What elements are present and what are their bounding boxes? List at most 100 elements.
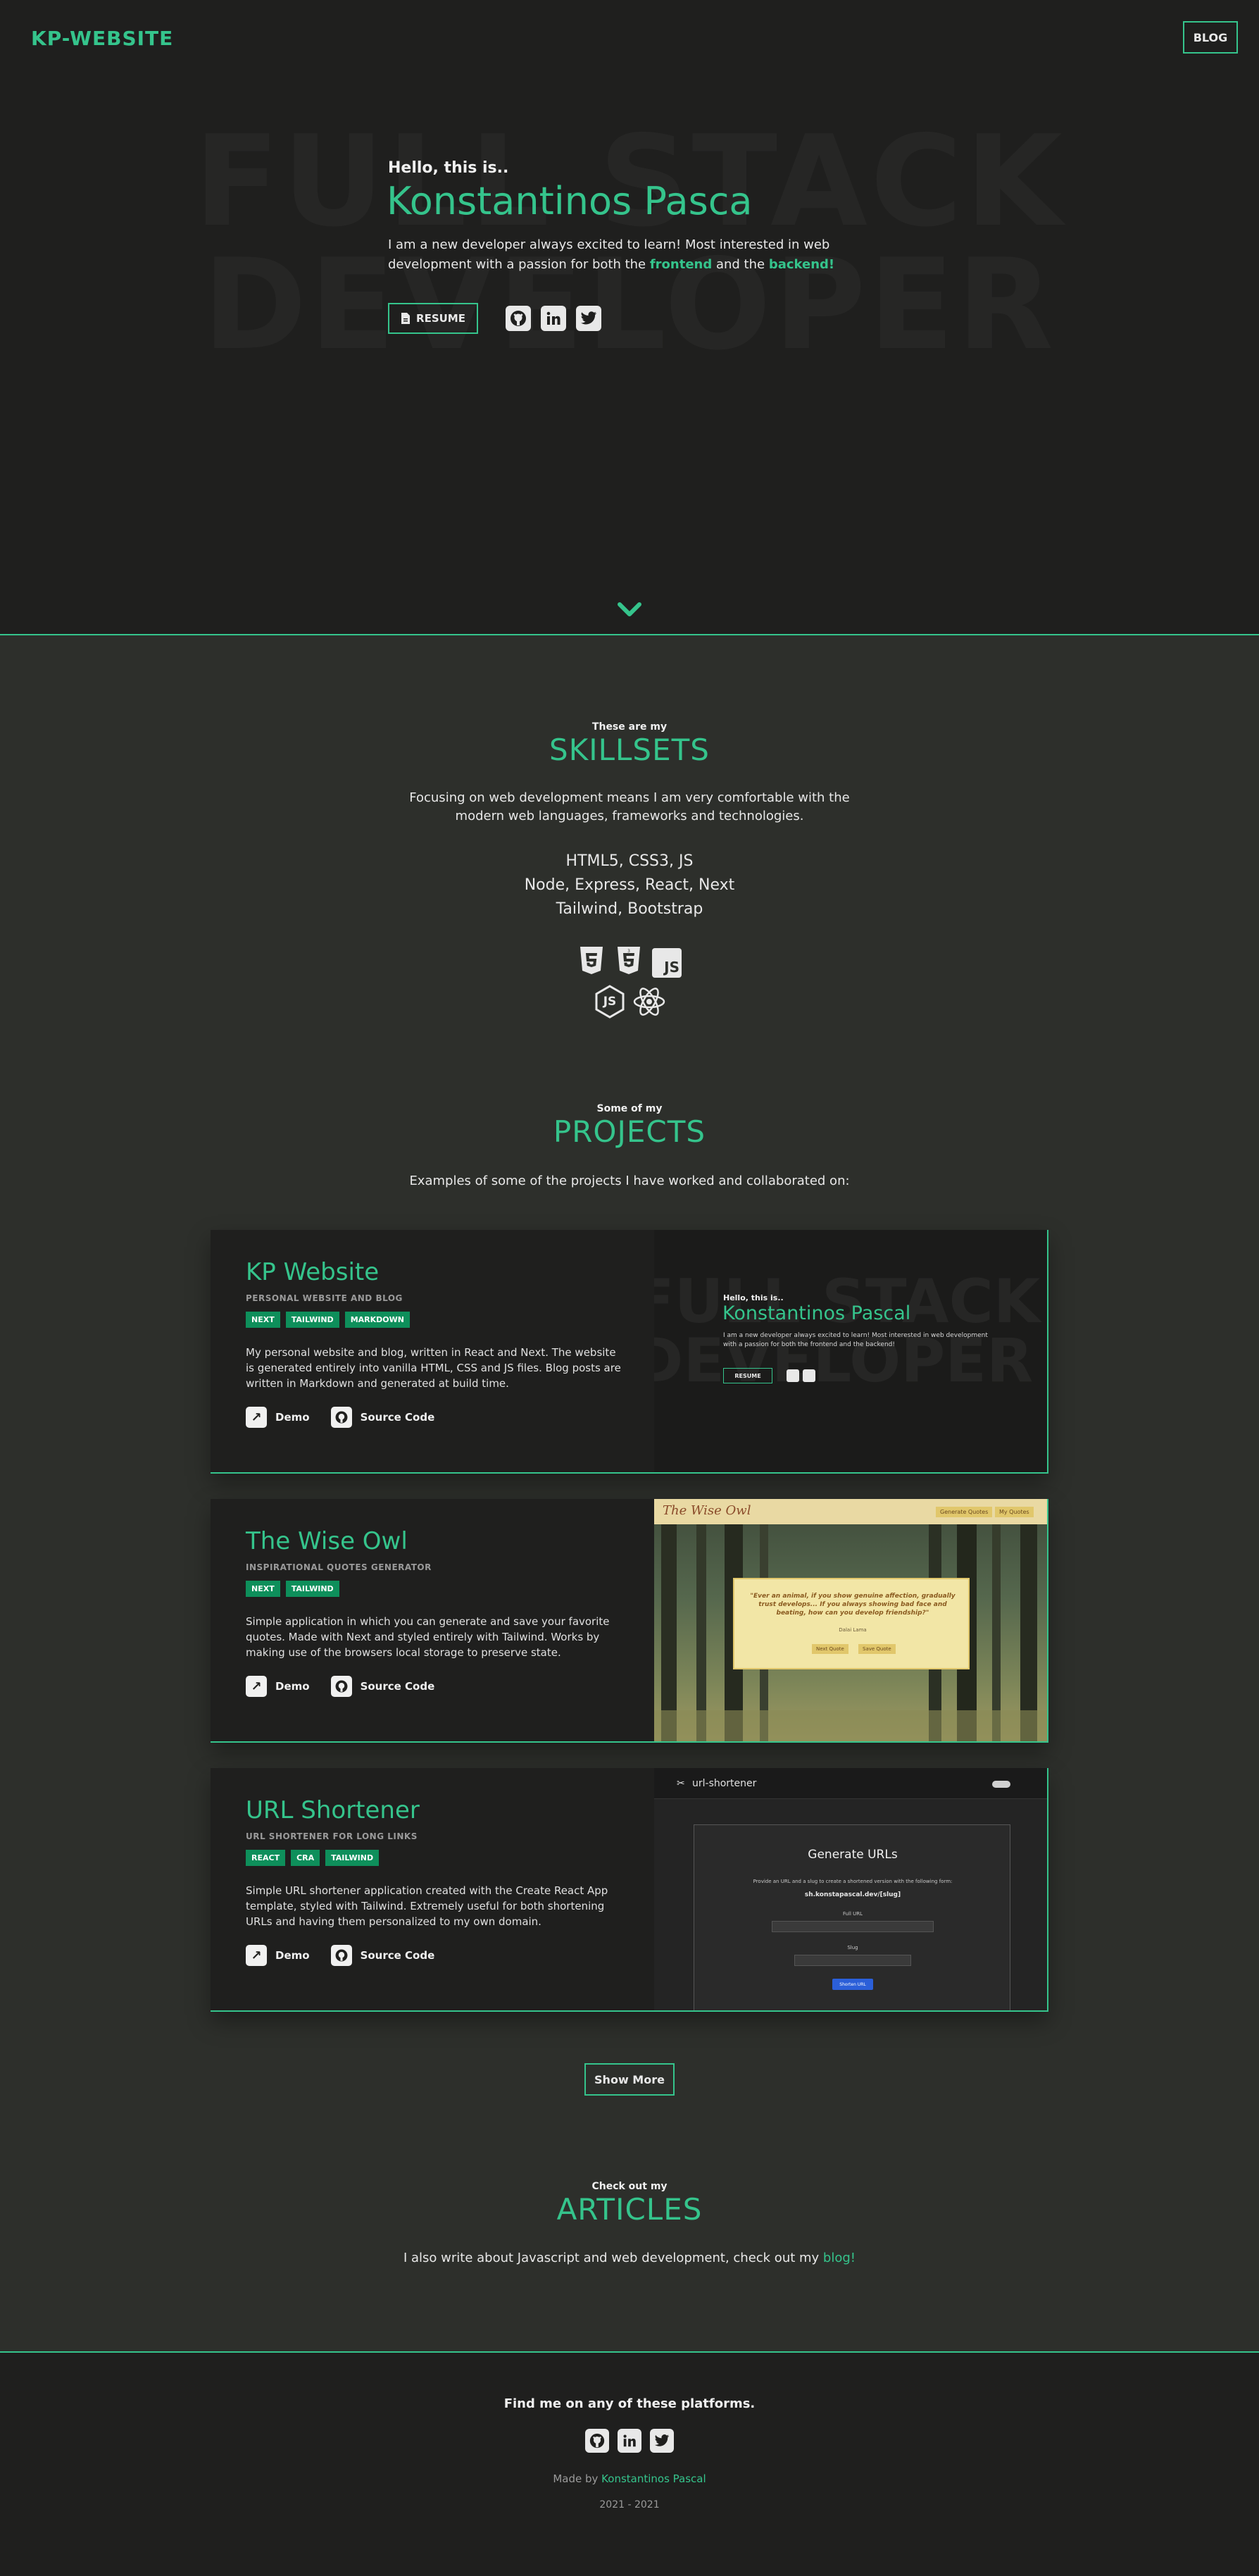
- project-card-kp-website: KP Website PERSONAL WEBSITE AND BLOG NEX…: [211, 1230, 1048, 1474]
- projects-small-heading: Some of my: [596, 1103, 663, 1114]
- project-description: My personal website and blog, written in…: [246, 1346, 621, 1390]
- demo-label: Demo: [275, 1680, 310, 1693]
- linkedin-icon[interactable]: [541, 306, 566, 331]
- linkedin-icon[interactable]: [618, 2429, 641, 2453]
- project-tags: NEXT TAILWIND MARKDOWN: [246, 1312, 626, 1328]
- tag: TAILWIND: [325, 1850, 380, 1866]
- articles-title: ARTICLES: [556, 2192, 703, 2227]
- preview-quote: "Ever an animal, if you show genuine aff…: [750, 1593, 956, 1617]
- project-links: ↗ Demo Source Code: [246, 1676, 626, 1697]
- source-label: Source Code: [360, 1680, 435, 1693]
- project-info: The Wise Owl INSPIRATIONAL QUOTES GENERA…: [246, 1527, 626, 1697]
- project-preview-kp-website[interactable]: FULL STACK DEVELOPER Hello, this is.. Ko…: [654, 1230, 1047, 1472]
- skills-text: Focusing on web development means I am v…: [409, 790, 850, 823]
- svg-text:3: 3: [627, 949, 630, 954]
- preview-brand: url-shortener: [692, 1778, 757, 1789]
- project-links: ↗ Demo Source Code: [246, 1407, 626, 1428]
- source-code-link[interactable]: Source Code: [330, 1945, 435, 1966]
- preview-linkedin-icon: [803, 1369, 815, 1382]
- preview-btn-1: Next Quote: [812, 1644, 848, 1654]
- github-icon: [330, 1945, 352, 1966]
- skills-line-2: Node, Express, React, Next: [524, 876, 735, 894]
- github-icon: [330, 1407, 352, 1428]
- project-title: URL Shortener: [246, 1796, 420, 1824]
- github-icon[interactable]: [506, 306, 531, 331]
- preview-nav-2: My Quotes: [995, 1507, 1034, 1517]
- preview-quote-box: "Ever an animal, if you show genuine aff…: [733, 1578, 970, 1669]
- github-icon[interactable]: [585, 2429, 609, 2453]
- demo-link[interactable]: ↗ Demo: [246, 1407, 310, 1428]
- project-title: KP Website: [246, 1258, 380, 1286]
- projects-title: PROJECTS: [553, 1114, 706, 1149]
- resume-label: RESUME: [416, 312, 465, 325]
- html5-icon: [579, 947, 604, 975]
- preview-resume: RESUME: [723, 1368, 772, 1383]
- blog-link[interactable]: blog!: [823, 2251, 856, 2265]
- project-info: KP Website PERSONAL WEBSITE AND BLOG NEX…: [246, 1258, 626, 1428]
- hero-social-links: [506, 306, 601, 331]
- project-tags: REACT CRA TAILWIND: [246, 1850, 626, 1866]
- resume-button[interactable]: RESUME: [388, 303, 478, 334]
- author-link[interactable]: Konstantinos Pascal: [601, 2472, 706, 2485]
- blog-button[interactable]: BLOG: [1183, 21, 1238, 54]
- file-icon: [401, 313, 411, 324]
- preview-greeting: Hello, this is..: [723, 1293, 784, 1302]
- preview-brand: The Wise Owl: [663, 1503, 751, 1518]
- project-tags: NEXT TAILWIND: [246, 1581, 626, 1597]
- hero-frontend: frontend: [649, 257, 713, 272]
- project-card-wise-owl: The Wise Owl INSPIRATIONAL QUOTES GENERA…: [211, 1499, 1048, 1743]
- demo-link[interactable]: ↗ Demo: [246, 1945, 310, 1966]
- project-preview-url-shortener[interactable]: url-shortener ✂ Generate URLs Provide an…: [654, 1768, 1047, 2010]
- tag: TAILWIND: [285, 1581, 339, 1597]
- hero-name: Konstantinos Pasca: [387, 179, 753, 223]
- skills-line-3: Tailwind, Bootstrap: [556, 900, 703, 918]
- external-link-icon: ↗: [246, 1676, 267, 1697]
- footer-made-by: Made by Konstantinos Pascal: [0, 2472, 1259, 2485]
- nodejs-icon: JS: [594, 985, 625, 1019]
- hero-backend: backend!: [768, 257, 835, 272]
- project-card-url-shortener: URL Shortener URL SHORTENER FOR LONG LIN…: [211, 1768, 1048, 2012]
- hero-and: and the: [712, 257, 769, 272]
- twitter-icon[interactable]: [650, 2429, 674, 2453]
- preview-input-2: [794, 1955, 911, 1966]
- demo-label: Demo: [275, 1411, 310, 1424]
- project-links: ↗ Demo Source Code: [246, 1945, 626, 1966]
- preview-desc: I am a new developer always excited to l…: [723, 1332, 988, 1348]
- made-by-label: Made by: [553, 2472, 602, 2485]
- tag: MARKDOWN: [344, 1312, 410, 1328]
- project-description: Simple URL shortener application created…: [246, 1884, 608, 1928]
- preview-input-1: [772, 1921, 934, 1932]
- css3-icon: 3: [616, 947, 641, 975]
- twitter-icon[interactable]: [576, 306, 601, 331]
- projects-text: Examples of some of the projects I have …: [409, 1174, 850, 1188]
- hero-greeting: Hello, this is..: [388, 159, 509, 177]
- site-logo[interactable]: KP-WEBSITE: [31, 27, 173, 50]
- preview-github-icon: [787, 1369, 799, 1382]
- source-label: Source Code: [360, 1949, 435, 1962]
- preview-form: Generate URLs Provide an URL and a slug …: [694, 1824, 1010, 2010]
- tag: REACT: [246, 1850, 286, 1866]
- preview-heading: Generate URLs: [808, 1848, 898, 1862]
- tag: NEXT: [246, 1581, 280, 1597]
- project-description: Simple application in which you can gene…: [246, 1615, 610, 1659]
- footer-years: 2021 - 2021: [599, 2499, 660, 2510]
- preview-shorten-button: Shorten URL: [832, 1979, 873, 1990]
- articles-text-body: I also write about Javascript and web de…: [403, 2251, 823, 2265]
- project-preview-wise-owl[interactable]: The Wise Owl Generate Quotes My Quotes "…: [654, 1499, 1047, 1741]
- preview-btn-2: Save Quote: [858, 1644, 896, 1654]
- external-link-icon: ↗: [246, 1407, 267, 1428]
- project-subtitle: URL SHORTENER FOR LONG LINKS: [246, 1831, 418, 1841]
- demo-link[interactable]: ↗ Demo: [246, 1676, 310, 1697]
- footer-social-links: [585, 2429, 674, 2453]
- tag: CRA: [291, 1850, 320, 1866]
- skills-line-1: HTML5, CSS3, JS: [565, 852, 694, 870]
- tag: TAILWIND: [285, 1312, 339, 1328]
- scroll-down-chevron-icon[interactable]: [617, 599, 642, 620]
- preview-label-2: Slug: [847, 1945, 858, 1950]
- source-code-link[interactable]: Source Code: [330, 1676, 435, 1697]
- nodejs-label: JS: [603, 995, 617, 1009]
- show-more-button[interactable]: Show More: [584, 2063, 675, 2096]
- source-code-link[interactable]: Source Code: [330, 1407, 434, 1428]
- preview-example: sh.konstapascal.dev/[slug]: [804, 1891, 901, 1898]
- preview-hint: Provide an URL and a slug to create a sh…: [753, 1879, 953, 1884]
